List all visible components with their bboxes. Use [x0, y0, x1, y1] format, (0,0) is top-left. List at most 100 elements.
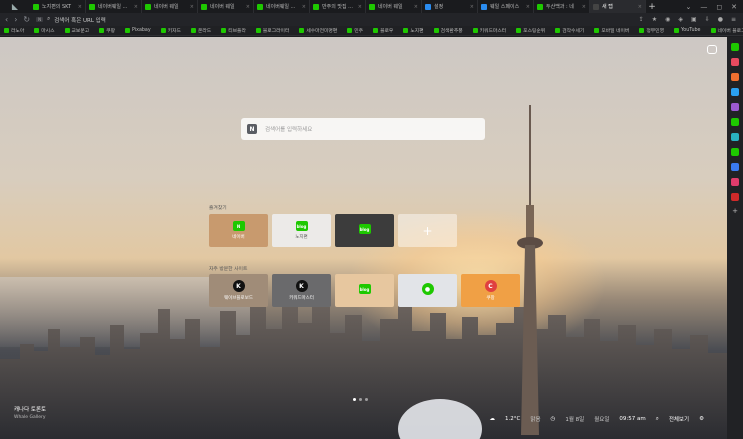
- sidebar-app-icon-10[interactable]: [731, 193, 739, 201]
- tab-search-icon[interactable]: ⌄: [685, 3, 691, 11]
- site-label: 쿠팡: [486, 296, 495, 301]
- frequent-site-1[interactable]: K 키워드마스터: [272, 274, 331, 307]
- bookmark-7[interactable]: 티브플라: [221, 27, 246, 34]
- bookmark-star-icon[interactable]: ★: [652, 16, 657, 23]
- sidebar-app-icon-8[interactable]: [731, 163, 739, 171]
- sidebar-app-icon-1[interactable]: [731, 58, 739, 66]
- menu-icon[interactable]: ≡: [731, 16, 736, 23]
- tab-0[interactable]: 노지편의 SKT ×: [30, 0, 86, 13]
- add-favorite-button[interactable]: +: [398, 214, 457, 247]
- tab-favicon-icon: [89, 3, 95, 10]
- sidebar-app-icon-0[interactable]: [731, 43, 739, 51]
- tab-5[interactable]: 만주의 맛집 ... ×: [310, 0, 366, 13]
- sidebar-app-icon-9[interactable]: [731, 178, 739, 186]
- extensions-icon[interactable]: ◈: [678, 16, 683, 23]
- tab-8[interactable]: 웨일 스페이스 ×: [478, 0, 534, 13]
- weather-icon: ☁: [489, 416, 496, 422]
- close-button[interactable]: ✕: [731, 3, 737, 11]
- chat-icon[interactable]: [707, 45, 717, 54]
- maximize-button[interactable]: ◻: [716, 3, 722, 11]
- wallpaper-info[interactable]: 캐나다 토론토 Whale Gallery: [14, 406, 46, 422]
- bookmark-9[interactable]: 세수마전미명편: [299, 27, 337, 34]
- page-dot[interactable]: [353, 398, 356, 401]
- tab-close-icon[interactable]: ×: [582, 4, 586, 10]
- tab-close-icon[interactable]: ×: [78, 4, 82, 10]
- screenshot-icon[interactable]: ▣: [691, 16, 697, 23]
- tab-close-icon[interactable]: ×: [358, 4, 362, 10]
- sidebar-app-icon-7[interactable]: [731, 148, 739, 156]
- tab-close-icon[interactable]: ×: [470, 4, 474, 10]
- favorite-0[interactable]: N 네이버: [209, 214, 268, 247]
- bookmark-0[interactable]: 라노아: [4, 27, 24, 34]
- bookmark-5[interactable]: 키자드: [160, 27, 181, 34]
- tab-7[interactable]: 설정 ×: [422, 0, 478, 13]
- sidebar-app-icon-6[interactable]: [731, 133, 739, 141]
- tab-3[interactable]: 네이버 웨일 ×: [198, 0, 254, 13]
- sidebar-app-icon-3[interactable]: [731, 88, 739, 96]
- bookmark-17[interactable]: 모바일 네이버: [594, 27, 629, 34]
- bookmark-11[interactable]: 블로우: [373, 27, 393, 34]
- bookmark-favicon-icon: [34, 28, 40, 33]
- bookmark-19[interactable]: YouTube: [673, 28, 701, 33]
- bookmark-6[interactable]: 온라드: [190, 27, 211, 34]
- whale-logo-icon: ◣: [11, 2, 19, 11]
- bookmark-4[interactable]: Pixabay: [124, 28, 151, 33]
- frequent-site-3[interactable]: ●: [398, 274, 457, 307]
- tab-10[interactable]: 새 탭 ×: [590, 0, 646, 13]
- tab-close-icon[interactable]: ×: [246, 4, 250, 10]
- bookmark-10[interactable]: 민주: [347, 27, 363, 34]
- bookmark-15[interactable]: 포스팅순위: [516, 27, 545, 34]
- sidebar-app-icon-5[interactable]: [731, 118, 739, 126]
- bookmark-20[interactable]: 네이버 블로그짐 온...: [710, 27, 743, 34]
- bookmark-13[interactable]: 검색환추풍: [433, 27, 463, 34]
- view-all-link[interactable]: 전체보기: [669, 415, 689, 423]
- frequent-site-2[interactable]: blog: [335, 274, 394, 307]
- tab-2[interactable]: 네이버 웨일 ×: [142, 0, 198, 13]
- bookmark-favicon-icon: [190, 28, 196, 33]
- new-tab-button[interactable]: +: [646, 2, 658, 12]
- bookmark-8[interactable]: 블로그라이터: [255, 27, 289, 34]
- favorite-2[interactable]: blog: [335, 214, 394, 247]
- reload-icon[interactable]: ↻: [23, 15, 30, 24]
- tab-1[interactable]: 네이버웨일 ... ×: [86, 0, 142, 13]
- tab-close-icon[interactable]: ×: [638, 4, 642, 10]
- home-icon[interactable]: N: [36, 17, 44, 22]
- tab-close-icon[interactable]: ×: [414, 4, 418, 10]
- bookmark-16[interactable]: 검작수세기: [555, 27, 584, 34]
- tab-close-icon[interactable]: ×: [526, 4, 530, 10]
- minimize-button[interactable]: —: [700, 3, 707, 11]
- page-dot[interactable]: [365, 398, 368, 401]
- favorite-1[interactable]: blog 노지편: [272, 214, 331, 247]
- sidebar-app-icon-2[interactable]: [731, 73, 739, 81]
- bookmark-18[interactable]: 정부민영: [639, 27, 664, 34]
- bookmark-12[interactable]: 노지편: [403, 27, 424, 34]
- share-icon[interactable]: ⇪: [639, 16, 644, 23]
- sidebar-app-icon-4[interactable]: [731, 103, 739, 111]
- bookmark-3[interactable]: 쿠팡: [99, 27, 115, 34]
- profile-icon[interactable]: ●: [718, 16, 723, 23]
- tab-close-icon[interactable]: ×: [190, 4, 194, 10]
- frequent-site-4[interactable]: C 쿠팡: [461, 274, 520, 307]
- download-icon[interactable]: ⇩: [705, 16, 710, 23]
- bookmark-14[interactable]: 키워드마스터: [472, 27, 506, 34]
- tab-favicon-icon: [481, 3, 487, 10]
- forward-icon[interactable]: ›: [14, 15, 17, 24]
- site-logo-icon: K: [295, 280, 308, 292]
- tab-close-icon[interactable]: ×: [302, 4, 306, 10]
- tab-label: 만주의 맛집 ...: [322, 4, 353, 10]
- tab-9[interactable]: 두산백과 : 네 ×: [534, 0, 590, 13]
- tab-6[interactable]: 네이버 웨일 ×: [366, 0, 422, 13]
- sidebar-add-icon[interactable]: +: [732, 208, 738, 215]
- bookmark-1[interactable]: 마시스: [34, 27, 55, 34]
- settings-gear-icon[interactable]: ⚙: [699, 416, 704, 422]
- search-box[interactable]: N 검색어를 입력하세요: [241, 118, 485, 140]
- address-input[interactable]: N ⌕ 검색어 혹은 URL 입력: [36, 16, 633, 24]
- tab-close-icon[interactable]: ×: [134, 4, 138, 10]
- page-indicator[interactable]: [353, 398, 368, 401]
- page-dot[interactable]: [359, 398, 362, 401]
- bookmark-2[interactable]: 교보문고: [64, 27, 89, 34]
- tab-4[interactable]: 네이버웨일 ... ×: [254, 0, 310, 13]
- frequent-site-0[interactable]: K 웨이브플로보드: [209, 274, 268, 307]
- whale-icon[interactable]: ◉: [665, 16, 670, 23]
- back-icon[interactable]: ‹: [5, 15, 8, 24]
